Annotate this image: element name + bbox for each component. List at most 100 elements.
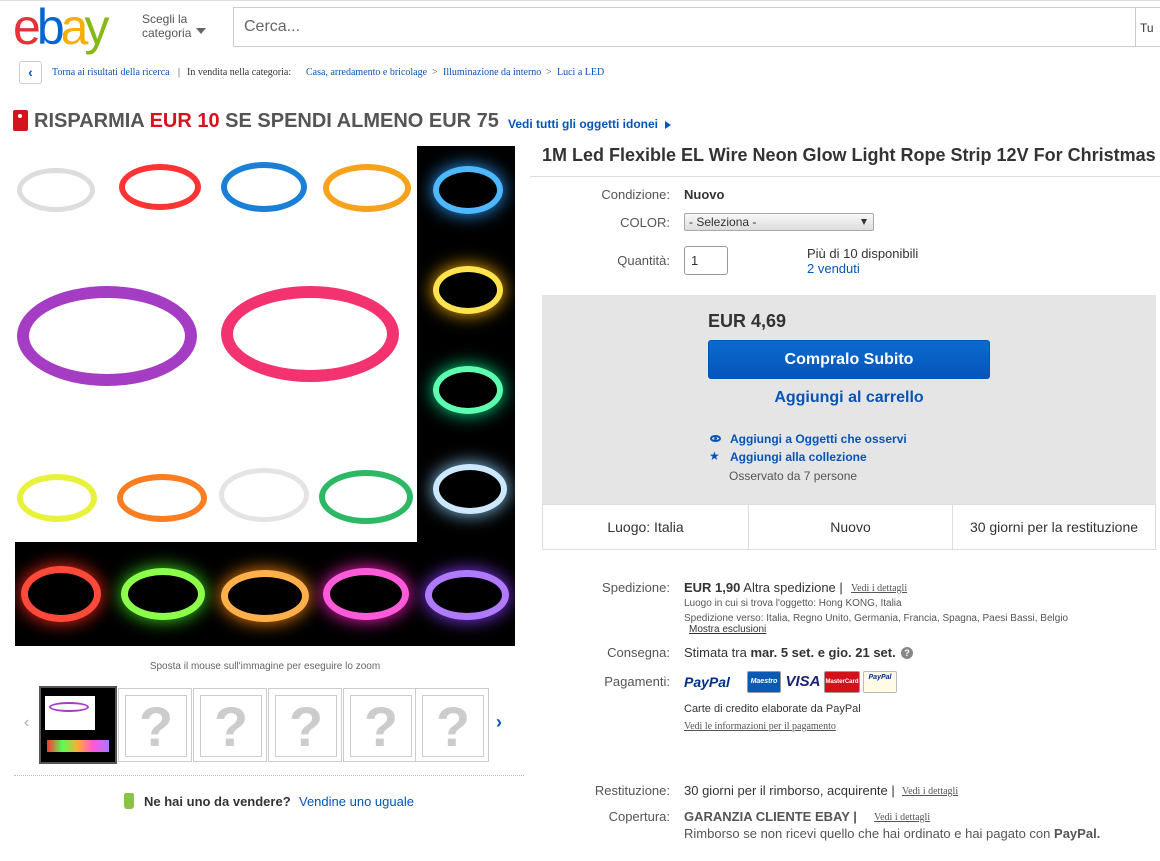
sold-count-link[interactable]: 2 venduti — [807, 261, 860, 276]
caret-down-icon[interactable] — [196, 28, 206, 34]
shipping-line: EUR 1,90 Altra spedizione | — [684, 580, 843, 595]
search-category-select[interactable]: Tu — [1135, 7, 1160, 47]
thumbnail-coil — [49, 702, 89, 712]
coverage-details-link[interactable]: Vedi i dettagli — [874, 812, 930, 823]
fact-condition: Nuovo — [748, 505, 952, 549]
chevron-left-icon[interactable]: ‹ — [24, 714, 29, 732]
breadcrumb-luci-led[interactable]: Luci a LED — [557, 67, 604, 78]
availability: Più di 10 disponibili — [807, 246, 919, 261]
promo-amount: EUR 10 — [149, 110, 220, 132]
coverage-label: Copertura: — [608, 809, 670, 824]
returns-details-link[interactable]: Vedi i dettagli — [902, 786, 958, 797]
category-label-line1: Scegli la — [142, 12, 188, 26]
question-mark-icon: ? — [125, 695, 187, 758]
star-icon: ★ — [709, 449, 720, 463]
shipping-cost: EUR 1,90 — [684, 580, 741, 595]
help-icon[interactable]: ? — [901, 647, 913, 659]
thumbnail-glow-row — [47, 740, 109, 752]
returns-text: 30 giorni per il rimborso, acquirente | — [684, 783, 895, 798]
add-to-cart-button[interactable]: Aggiungi al carrello — [708, 389, 990, 407]
divider — [530, 176, 1160, 177]
search-input[interactable]: Cerca... — [233, 7, 1136, 47]
promo-banner: RISPARMIA EUR 10 SE SPENDI ALMENO EUR 75 — [34, 110, 499, 133]
sell-similar-link[interactable]: Vendine uno uguale — [299, 794, 414, 809]
show-exclusions-link[interactable]: Mostra esclusioni — [689, 624, 766, 635]
wire-coil-orange2 — [117, 474, 207, 522]
top-border — [0, 0, 1160, 5]
visa-logo: VISA — [785, 671, 821, 693]
thumbnail-placeholder[interactable]: ? — [118, 688, 192, 762]
delivery-estimate: Stimata tra mar. 5 set. e gio. 21 set. — [684, 645, 896, 660]
zoom-hint: Sposta il mouse sull'immagine per esegui… — [149, 661, 381, 672]
item-facts: Luogo: Italia Nuovo 30 giorni per la res… — [542, 504, 1156, 550]
thumbnail-placeholder[interactable]: ? — [193, 688, 267, 762]
thumbnail-strip: ‹ ? ? ? ? ? › — [15, 686, 525, 766]
paypal-card-logo-text: PayPal — [868, 674, 892, 681]
promo-see-all-link[interactable]: Vedi tutti gli oggetti idonei — [508, 117, 658, 131]
category-label-line2: categoria — [142, 26, 192, 40]
returns-label: Restituzione: — [594, 783, 670, 798]
fact-location: Luogo: Italia — [607, 519, 684, 535]
logo-letter-e: e — [13, 0, 41, 55]
breadcrumb-chevron: > — [432, 67, 438, 78]
paypal-logo: PayPal — [684, 671, 740, 693]
wire-glow-red — [21, 566, 101, 622]
delivery-dates: mar. 5 set. e gio. 21 set. — [750, 645, 896, 660]
back-to-results-link[interactable]: Torna ai risultati della ricerca — [52, 67, 170, 78]
payments-label: Pagamenti: — [604, 674, 670, 689]
breadcrumb-casa[interactable]: Casa, arredamento e bricolage — [306, 67, 427, 78]
shipping-method: Altra spedizione | — [743, 580, 843, 595]
wire-glow-blue — [433, 166, 503, 214]
product-main-image[interactable] — [15, 146, 515, 646]
maestro-logo: Maestro — [747, 671, 781, 693]
wire-glow-orange — [221, 570, 309, 622]
wire-glow-green — [121, 568, 205, 620]
sell-question: Ne hai uno da vendere? — [144, 794, 291, 809]
price-tag-icon — [13, 110, 28, 131]
logo-letter-y: y — [84, 0, 109, 55]
question-mark-icon: ? — [422, 695, 484, 758]
price: EUR 4,69 — [708, 311, 787, 331]
wire-glow-mint — [433, 366, 503, 414]
breadcrumb-sold-in: In vendita nella categoria: — [187, 67, 292, 78]
back-arrow-icon[interactable]: ‹ — [19, 61, 42, 84]
wire-glow-yellow — [433, 266, 503, 314]
shipping-label: Spedizione: — [602, 580, 670, 595]
logo-letter-b: b — [36, 0, 65, 55]
watchers-count: Osservato da 7 persone — [729, 469, 858, 483]
quantity-label: Quantità: — [617, 253, 670, 268]
add-to-collection-link[interactable]: Aggiungi alla collezione — [730, 450, 867, 464]
item-location: Luogo in cui si trova l'oggetto: Hong KO… — [684, 598, 902, 609]
chevron-right-icon[interactable]: › — [496, 712, 502, 733]
promo-text-b: SE SPENDI ALMENO EUR 75 — [225, 110, 499, 132]
question-mark-icon: ? — [275, 695, 337, 758]
logo-letter-a: a — [60, 0, 89, 55]
color-select[interactable]: - Seleziona - — [684, 213, 874, 231]
add-to-watchlist-link[interactable]: Aggiungi a Oggetti che osservi — [730, 432, 907, 446]
wire-coil-green — [319, 470, 413, 524]
quantity-input[interactable]: 1 — [684, 246, 728, 275]
payment-info-link[interactable]: Vedi le informazioni per il pagamento — [684, 721, 836, 732]
delivery-prefix: Stimata tra — [684, 645, 747, 660]
question-mark-icon: ? — [350, 695, 412, 758]
condition-label: Condizione: — [601, 187, 670, 202]
mastercard-logo-text: MasterCard — [825, 679, 859, 685]
buy-now-button[interactable]: Compralo Subito — [708, 340, 990, 379]
ships-to: Spedizione verso: Italia, Regno Unito, G… — [684, 613, 1069, 624]
category-picker[interactable]: Scegli la categoria — [142, 12, 191, 40]
eye-icon — [710, 435, 721, 442]
thumbnail-placeholder[interactable]: ? — [343, 688, 417, 762]
shipping-details-link[interactable]: Vedi i dettagli — [851, 583, 907, 594]
sell-tag-icon — [124, 793, 134, 809]
triangle-right-icon — [665, 121, 671, 129]
coverage-title: GARANZIA CLIENTE EBAY | — [684, 809, 857, 824]
coverage-text: Rimborso se non ricevi quello che hai or… — [684, 826, 1100, 841]
thumbnail-selected[interactable] — [39, 686, 117, 764]
breadcrumb-illuminazione[interactable]: Illuminazione da interno — [443, 67, 541, 78]
ebay-logo[interactable]: ebay — [13, 2, 133, 52]
question-mark-icon: ? — [200, 695, 262, 758]
thumbnail-placeholder[interactable]: ? — [415, 688, 489, 762]
thumbnail-placeholder[interactable]: ? — [268, 688, 342, 762]
wire-coil-red — [119, 164, 201, 210]
wire-coil-white — [17, 168, 95, 212]
